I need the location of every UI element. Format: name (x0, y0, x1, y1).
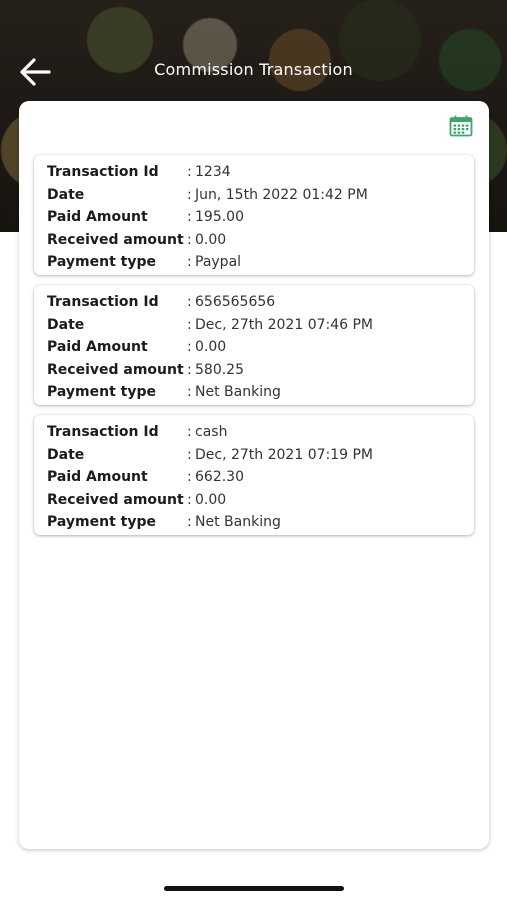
transaction-id-value: 656565656 (195, 294, 276, 311)
date-row: Date : Dec, 27th 2021 07:46 PM (47, 314, 474, 337)
received-amount-row: Received amount : 580.25 (47, 359, 474, 382)
transaction-id-label: Transaction Id (47, 424, 159, 441)
received-amount-label: Received amount (47, 231, 184, 248)
transaction-list: Transaction Id : 1234 Date : Jun, 15th 2… (34, 155, 474, 545)
received-amount-value: 580.25 (195, 361, 244, 378)
payment-type-value: Paypal (195, 254, 242, 271)
paid-amount-label: Paid Amount (47, 339, 148, 356)
top-bar: Commission Transaction (0, 50, 507, 94)
separator: : (187, 514, 192, 531)
calendar-icon (449, 115, 473, 137)
paid-amount-label: Paid Amount (47, 469, 148, 486)
paid-amount-row: Paid Amount : 662.30 (47, 466, 474, 489)
date-label: Date (47, 186, 85, 203)
payment-type-value: Net Banking (195, 514, 281, 531)
separator: : (187, 424, 192, 441)
payment-type-label: Payment type (47, 384, 156, 401)
separator: : (187, 446, 192, 463)
payment-type-value: Net Banking (195, 384, 281, 401)
transaction-id-value: cash (195, 424, 228, 441)
separator: : (187, 294, 192, 311)
payment-type-label: Payment type (47, 514, 156, 531)
payment-type-row: Payment type : Paypal (47, 251, 474, 274)
received-amount-row: Received amount : 0.00 (47, 489, 474, 512)
separator: : (187, 339, 192, 356)
transaction-card[interactable]: Transaction Id : 656565656 Date : Dec, 2… (34, 285, 474, 405)
transaction-id-row: Transaction Id : 656565656 (47, 291, 474, 314)
home-indicator[interactable] (164, 886, 344, 891)
separator: : (187, 254, 192, 271)
received-amount-label: Received amount (47, 491, 184, 508)
payment-type-label: Payment type (47, 254, 156, 271)
transaction-id-label: Transaction Id (47, 294, 159, 311)
date-row: Date : Dec, 27th 2021 07:19 PM (47, 444, 474, 467)
separator: : (187, 469, 192, 486)
transaction-id-row: Transaction Id : 1234 (47, 161, 474, 184)
received-amount-value: 0.00 (195, 231, 227, 248)
paid-amount-value: 662.30 (195, 469, 244, 486)
separator: : (187, 491, 192, 508)
received-amount-row: Received amount : 0.00 (47, 229, 474, 252)
payment-type-row: Payment type : Net Banking (47, 381, 474, 404)
calendar-button[interactable] (449, 115, 473, 137)
separator: : (187, 361, 192, 378)
date-value: Jun, 15th 2022 01:42 PM (195, 186, 368, 203)
paid-amount-row: Paid Amount : 0.00 (47, 336, 474, 359)
transactions-panel: Transaction Id : 1234 Date : Jun, 15th 2… (19, 101, 489, 849)
transaction-id-row: Transaction Id : cash (47, 421, 474, 444)
payment-type-row: Payment type : Net Banking (47, 511, 474, 534)
date-label: Date (47, 446, 85, 463)
separator: : (187, 316, 192, 333)
separator: : (187, 186, 192, 203)
date-value: Dec, 27th 2021 07:19 PM (195, 446, 374, 463)
transaction-card[interactable]: Transaction Id : cash Date : Dec, 27th 2… (34, 415, 474, 535)
page-title: Commission Transaction (154, 60, 353, 79)
paid-amount-label: Paid Amount (47, 209, 148, 226)
received-amount-value: 0.00 (195, 491, 227, 508)
transaction-id-label: Transaction Id (47, 164, 159, 181)
paid-amount-value: 0.00 (195, 339, 227, 356)
separator: : (187, 231, 192, 248)
separator: : (187, 384, 192, 401)
date-row: Date : Jun, 15th 2022 01:42 PM (47, 184, 474, 207)
transaction-id-value: 1234 (195, 164, 231, 181)
separator: : (187, 164, 192, 181)
date-label: Date (47, 316, 85, 333)
separator: : (187, 209, 192, 226)
transaction-card[interactable]: Transaction Id : 1234 Date : Jun, 15th 2… (34, 155, 474, 275)
paid-amount-row: Paid Amount : 195.00 (47, 206, 474, 229)
received-amount-label: Received amount (47, 361, 184, 378)
date-value: Dec, 27th 2021 07:46 PM (195, 316, 374, 333)
paid-amount-value: 195.00 (195, 209, 244, 226)
